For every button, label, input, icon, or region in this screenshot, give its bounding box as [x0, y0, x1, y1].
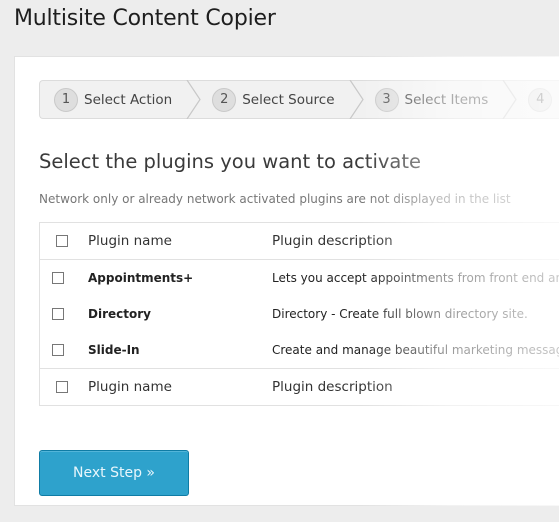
select-all-checkbox-footer[interactable]: [56, 381, 68, 393]
step-number-badge: 1: [54, 87, 78, 112]
table-row: Slide-In Create and manage beautiful mar…: [40, 332, 559, 368]
row-checkbox[interactable]: [52, 308, 64, 320]
step-label: Select Source: [242, 91, 335, 108]
plugin-description: Directory - Create full blown directory …: [272, 307, 528, 321]
section-note: Network only or already network activate…: [39, 192, 511, 206]
wizard-step-1[interactable]: 1 Select Action: [40, 81, 172, 118]
next-step-button[interactable]: Next Step »: [39, 450, 189, 496]
table-footer-row: Plugin name Plugin description: [40, 368, 559, 405]
table-row: Directory Directory - Create full blown …: [40, 296, 559, 332]
select-all-checkbox[interactable]: [56, 235, 68, 247]
wizard-step-3[interactable]: 3 Select Items: [374, 81, 489, 118]
chevron-right-icon: [502, 80, 518, 119]
step-label: Select Items: [404, 91, 489, 108]
content-panel: 1 Select Action 2 Select Source 3 Select…: [14, 56, 559, 506]
section-title: Select the plugins you want to activate: [39, 150, 421, 173]
table-header-row: Plugin name Plugin description: [40, 223, 559, 260]
plugin-description: Create and manage beautiful marketing me…: [272, 343, 559, 357]
chevron-right-icon: [186, 80, 202, 119]
plugin-table: Plugin name Plugin description Appointme…: [39, 222, 559, 406]
wizard-step-4[interactable]: 4: [528, 81, 558, 118]
column-footer-description: Plugin description: [272, 379, 393, 395]
column-footer-name[interactable]: Plugin name: [88, 379, 272, 395]
step-number-badge: 3: [374, 87, 399, 112]
column-header-description: Plugin description: [272, 233, 393, 249]
row-checkbox[interactable]: [52, 272, 64, 284]
plugin-name: Slide-In: [88, 343, 140, 357]
chevron-right-icon: [349, 80, 365, 119]
page-title: Multisite Content Copier: [14, 6, 276, 31]
plugin-description: Lets you accept appointments from front …: [272, 271, 559, 285]
step-number-badge: 4: [528, 87, 553, 112]
row-checkbox[interactable]: [52, 344, 64, 356]
step-label: Select Action: [84, 91, 173, 108]
plugin-name: Appointments+: [88, 271, 194, 285]
step-number-badge: 2: [212, 87, 237, 112]
column-header-name[interactable]: Plugin name: [88, 233, 272, 249]
wizard-step-2[interactable]: 2 Select Source: [212, 81, 335, 118]
wizard-steps: 1 Select Action 2 Select Source 3 Select…: [39, 80, 559, 119]
table-row: Appointments+ Lets you accept appointmen…: [40, 260, 559, 296]
plugin-name: Directory: [88, 307, 151, 321]
